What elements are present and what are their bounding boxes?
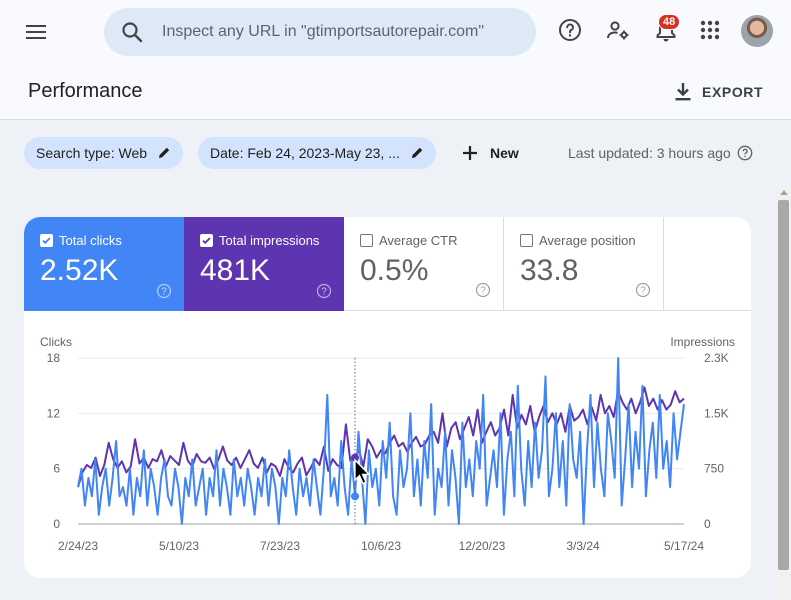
performance-chart[interactable]: Clicks Impressions 18 12 6 0 2.3K 1.5K 750 0 2… [24,217,751,578]
x-tick-label: 2/24/23 [58,539,98,553]
scrollbar-thumb[interactable] [778,200,789,570]
apps-icon[interactable] [696,16,724,44]
x-tick-label: 3/3/24 [566,539,600,553]
search-type-label: Search type: Web [36,145,148,161]
page-header: Performance EXPORT [0,64,791,120]
notification-count-badge: 48 [658,14,681,30]
x-tick-label: 7/23/23 [260,539,300,553]
export-button[interactable]: EXPORT [666,76,775,108]
scroll-up-arrow[interactable] [780,190,788,195]
date-range-label: Date: Feb 24, 2023-May 23, ... [210,145,400,161]
edit-icon [159,147,170,158]
edit-icon [411,147,423,158]
right-axis-title: Impressions [670,335,735,349]
left-tick-label: 18 [47,351,61,365]
performance-card: Total clicks 2.52K ? Total impressions 4… [24,217,751,578]
help-icon[interactable] [737,145,753,161]
last-updated-status: Last updated: 3 hours ago [568,145,753,161]
right-tick-label: 0 [704,517,711,531]
top-app-bar: 48 [0,0,791,64]
x-tick-label: 5/10/23 [159,539,199,553]
date-filter-chip[interactable]: Date: Feb 24, 2023-May 23, ... [198,137,436,169]
left-axis-title: Clicks [40,335,72,349]
series-line-total-clicks[interactable] [77,357,685,525]
left-tick-label: 6 [53,462,60,476]
right-tick-label: 2.3K [704,351,729,365]
search-type-filter-chip[interactable]: Search type: Web [24,137,184,169]
menu-icon[interactable] [20,16,52,48]
x-tick-label: 5/17/24 [664,539,704,553]
left-tick-label: 0 [53,517,60,531]
download-icon [675,83,691,101]
right-tick-label: 1.5K [704,406,729,420]
x-tick-label: 12/20/23 [459,539,506,553]
account-avatar[interactable] [741,15,773,47]
search-icon[interactable] [120,20,144,44]
x-tick-label: 10/6/23 [361,539,401,553]
last-updated-text: Last updated: 3 hours ago [568,145,731,161]
new-filter-label: New [490,145,519,161]
help-icon[interactable] [556,16,584,44]
plus-icon [463,146,477,160]
new-filter-button[interactable]: New [458,137,523,169]
hover-point-clicks [351,492,359,501]
right-tick-label: 750 [704,462,724,476]
url-inspection-search[interactable] [104,8,536,56]
manage-users-icon[interactable] [604,16,632,44]
export-label: EXPORT [702,84,764,100]
page-title: Performance [28,80,143,102]
search-input[interactable] [162,8,522,56]
left-tick-label: 12 [47,406,61,420]
